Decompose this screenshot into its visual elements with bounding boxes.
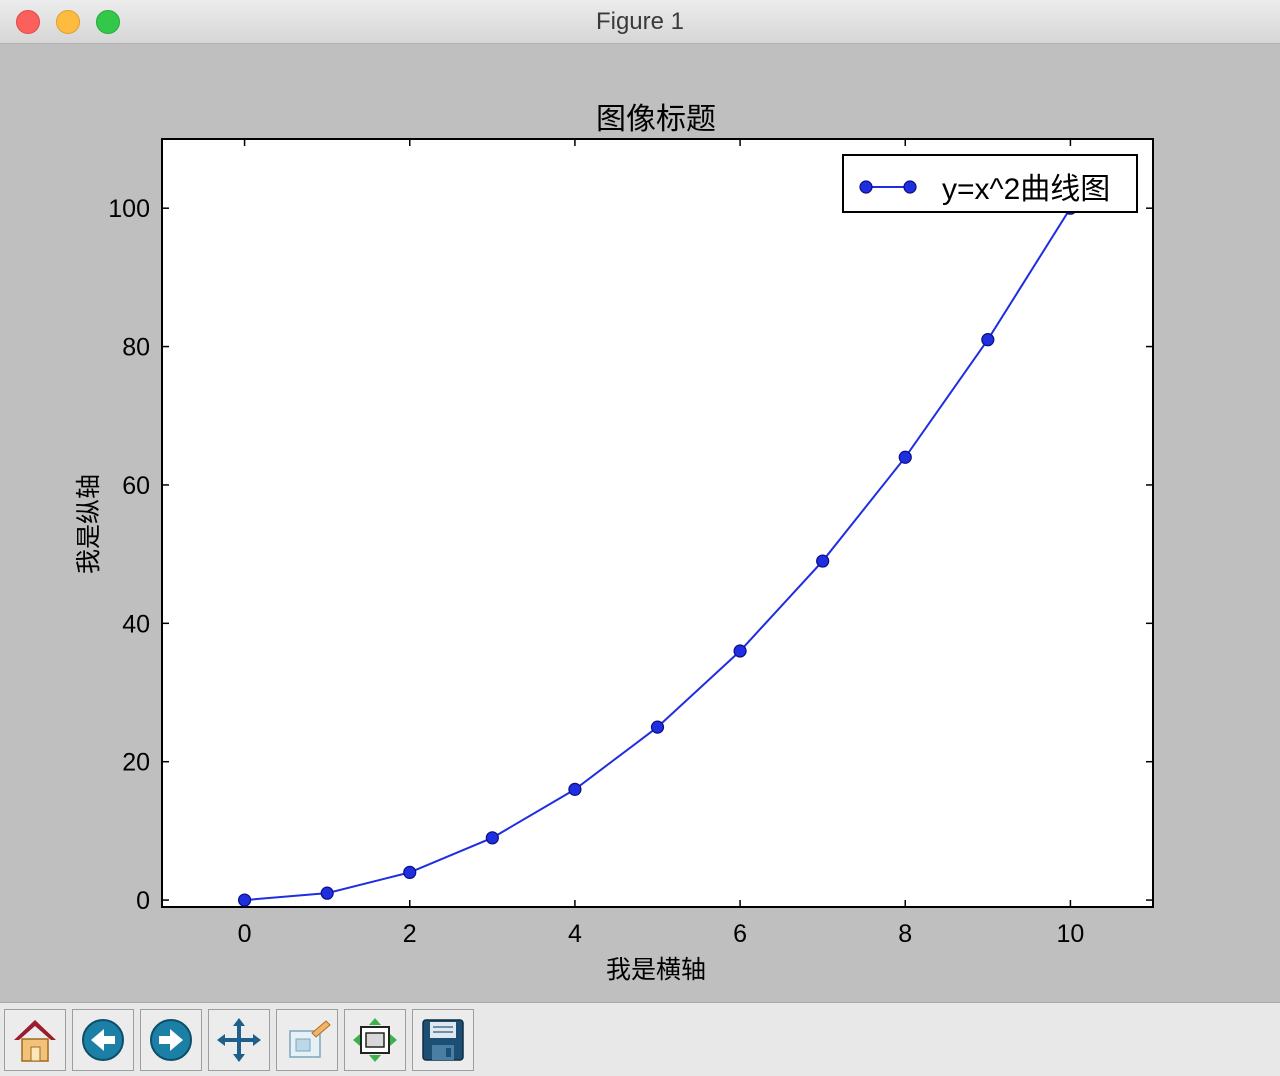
- back-arrow-icon: [82, 1019, 124, 1061]
- y-tick-label: 40: [122, 610, 150, 638]
- data-point: [981, 333, 995, 347]
- forward-button[interactable]: [140, 1009, 202, 1071]
- home-button[interactable]: [4, 1009, 66, 1071]
- data-point: [898, 450, 912, 464]
- x-tick-label: 6: [733, 920, 747, 948]
- window-titlebar: Figure 1: [0, 0, 1280, 44]
- navigation-toolbar: [0, 1002, 1280, 1076]
- data-point: [485, 831, 499, 845]
- configure-subplots-button[interactable]: [344, 1009, 406, 1071]
- data-point: [237, 893, 252, 907]
- y-tick-label: 100: [108, 195, 150, 223]
- legend-marker: [859, 180, 873, 194]
- pan-button[interactable]: [208, 1009, 270, 1071]
- y-tick-label: 60: [122, 472, 150, 500]
- y-tick-label: 20: [122, 749, 150, 777]
- subplots-configure-icon: [353, 1018, 397, 1062]
- x-tick-label: 8: [898, 920, 912, 948]
- window-title: Figure 1: [595, 8, 685, 35]
- chart-svg: 图像标题 0 2 4 6 8 10020406080100 我是横轴 我是纵轴 y=x^2…: [75, 103, 1154, 984]
- legend-marker: [903, 180, 917, 194]
- figure-canvas: 图像标题 0 2 4 6 8 10 0 20 40 60 80 100 我是横轴 我是纵轴 y=x^2…: [0, 44, 1280, 1002]
- x-tick-label: 0: [238, 920, 252, 948]
- data-point: [816, 554, 830, 568]
- save-button[interactable]: [412, 1009, 474, 1071]
- y-tick-label: 80: [122, 334, 150, 362]
- data-point: [403, 865, 417, 880]
- y-tick-label: 0: [136, 887, 150, 915]
- save-disk-icon: [422, 1019, 464, 1061]
- zoom-button[interactable]: [276, 1009, 338, 1071]
- back-button[interactable]: [72, 1009, 134, 1071]
- data-point: [733, 644, 747, 658]
- data-point: [650, 720, 665, 734]
- forward-arrow-icon: [150, 1019, 192, 1061]
- zoom-rect-icon: [289, 1020, 331, 1058]
- pan-move-icon: [217, 1018, 261, 1062]
- legend-label: y=x^2曲线图: [942, 173, 1110, 206]
- x-axis-label: 我是横轴: [606, 956, 706, 984]
- data-point: [320, 886, 334, 900]
- home-icon: [14, 1020, 56, 1062]
- plot-area: [161, 138, 1154, 908]
- chart-title: 图像标题: [596, 103, 716, 136]
- data-point: [568, 782, 582, 796]
- legend: y=x^2曲线图: [842, 154, 1138, 213]
- x-tick-label: 4: [568, 920, 582, 948]
- y-axis-label: 我是纵轴: [75, 474, 103, 574]
- x-tick-label: 10: [1057, 920, 1085, 948]
- x-tick-label: 2: [403, 920, 417, 948]
